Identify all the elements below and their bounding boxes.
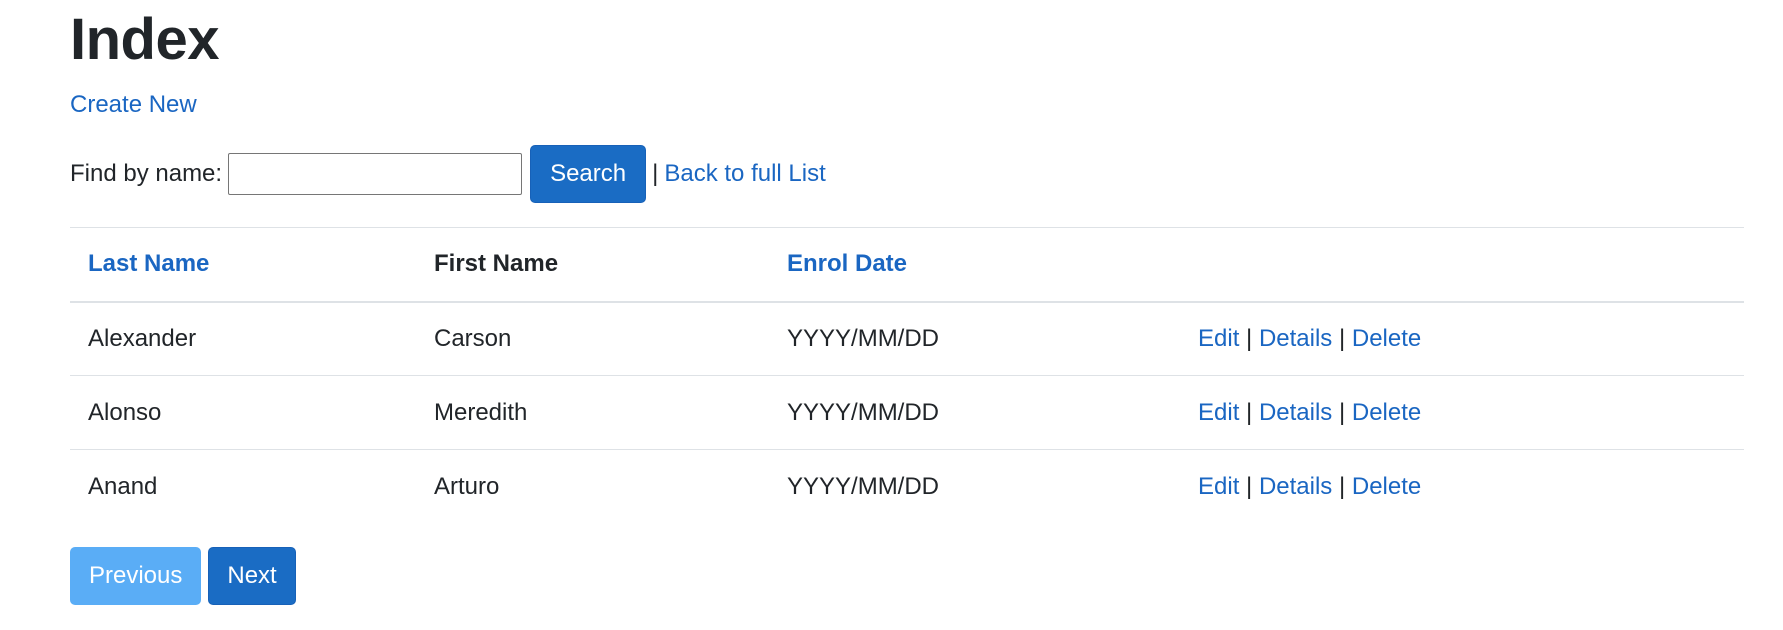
cell-first-name: Carson [434, 324, 512, 352]
action-separator: | [1338, 472, 1346, 500]
cell-first-name: Arturo [434, 472, 500, 500]
back-to-full-list-link[interactable]: Back to full List [664, 160, 825, 188]
cell-enrol-date: YYYY/MM/DD [787, 324, 940, 352]
cell-last-name: Anand [88, 472, 158, 500]
table-row: Alexander Carson YYYY/MM/DD Edit | Detai… [70, 302, 1744, 376]
delete-link[interactable]: Delete [1352, 473, 1421, 500]
delete-link[interactable]: Delete [1352, 325, 1421, 352]
header-actions [1180, 228, 1744, 302]
search-button[interactable]: Search [530, 145, 647, 203]
separator: | [652, 160, 659, 187]
header-last-name: Last Name [70, 228, 416, 302]
pagination: Previous Next [70, 547, 296, 605]
students-table: Last Name First Name Enrol Date Alexande… [70, 227, 1744, 524]
cell-enrol-date: YYYY/MM/DD [787, 398, 940, 426]
sort-enrol-date-link[interactable]: Enrol Date [787, 250, 907, 277]
table-row: Alonso Meredith YYYY/MM/DD Edit | Detail… [70, 376, 1744, 450]
details-link[interactable]: Details [1259, 325, 1332, 352]
cell-last-name: Alonso [88, 398, 162, 426]
cell-actions: Edit | Details | Delete [1180, 302, 1744, 376]
table-header-row: Last Name First Name Enrol Date [70, 227, 1744, 302]
action-separator: | [1338, 324, 1346, 352]
header-enrol-date: Enrol Date [769, 228, 1180, 302]
sort-last-name-link[interactable]: Last Name [88, 250, 209, 277]
edit-link[interactable]: Edit [1198, 473, 1239, 500]
search-form: Find by name: Search | Back to full List [70, 145, 826, 203]
action-separator: | [1338, 398, 1346, 426]
delete-link[interactable]: Delete [1352, 399, 1421, 426]
cell-actions: Edit | Details | Delete [1180, 450, 1744, 524]
search-label: Find by name: [70, 160, 223, 187]
details-link[interactable]: Details [1259, 399, 1332, 426]
edit-link[interactable]: Edit [1198, 325, 1239, 352]
action-separator: | [1246, 398, 1253, 426]
action-separator: | [1246, 324, 1253, 352]
action-separator: | [1246, 472, 1253, 500]
cell-last-name: Alexander [88, 324, 197, 352]
edit-link[interactable]: Edit [1198, 399, 1239, 426]
search-input[interactable] [228, 153, 523, 195]
previous-button[interactable]: Previous [70, 547, 202, 605]
header-first-name: First Name [434, 250, 559, 278]
next-button[interactable]: Next [208, 547, 296, 605]
page-title: Index [70, 7, 220, 72]
details-link[interactable]: Details [1259, 473, 1332, 500]
cell-first-name: Meredith [434, 398, 528, 426]
cell-actions: Edit | Details | Delete [1180, 376, 1744, 450]
create-new-link[interactable]: Create New [70, 90, 197, 120]
cell-enrol-date: YYYY/MM/DD [787, 472, 940, 500]
table-row: Anand Arturo YYYY/MM/DD Edit | Details |… [70, 450, 1744, 524]
